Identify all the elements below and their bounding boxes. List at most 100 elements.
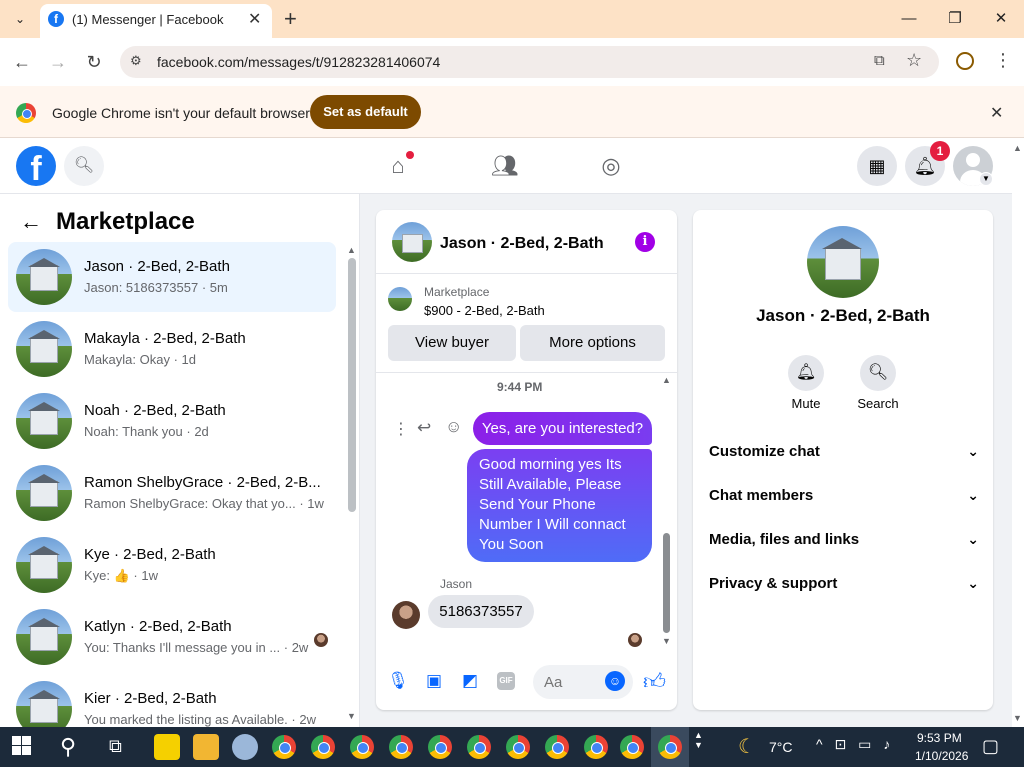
conversation-item[interactable]: Kye · 2-Bed, 2-Bath Kye: 👍 · 1w [8, 530, 336, 600]
conversation-preview: Makayla: Okay · 1d [84, 352, 196, 367]
paint-icon[interactable] [232, 734, 258, 760]
received-message-bubble[interactable]: 5186373557 [428, 595, 534, 628]
site-info-icon[interactable]: ⚙ [130, 53, 142, 69]
friends-icon[interactable]: 👥︎ [491, 152, 519, 180]
taskbar-overflow-icon[interactable]: ▲ ▼ [694, 730, 703, 750]
chrome-taskbar-icon[interactable] [350, 735, 374, 759]
weather-temperature[interactable]: 7°C [769, 739, 793, 755]
sticker-icon[interactable]: ◩ [459, 670, 481, 692]
windows-start-icon[interactable] [12, 736, 32, 756]
weather-moon-icon[interactable]: ☾ [738, 734, 756, 759]
chrome-menu-icon[interactable]: ⋮ [994, 50, 1012, 71]
conversation-preview: Jason: 5186373557 · 5m [84, 280, 228, 295]
listing-thumbnail [16, 609, 72, 665]
menu-grid-icon[interactable]: ▦ [857, 146, 897, 186]
chat-scroll-up-icon[interactable]: ▲ [662, 375, 671, 385]
chrome-taskbar-icon[interactable] [658, 735, 682, 759]
chrome-taskbar-icon[interactable] [467, 735, 491, 759]
conversation-item[interactable]: Noah · 2-Bed, 2-Bath Noah: Thank you · 2… [8, 386, 336, 456]
task-view-icon[interactable]: ⧉ [109, 736, 122, 757]
tab-close-icon[interactable]: ✕ [248, 9, 261, 29]
url-text[interactable]: facebook.com/messages/t/912823281406074 [157, 54, 440, 70]
mute-bell-icon[interactable]: 🔔︎ [788, 355, 824, 391]
chat-scroll-down-icon[interactable]: ▼ [662, 636, 671, 646]
conversation-item[interactable]: Jason · 2-Bed, 2-Bath Jason: 5186373557 … [8, 242, 336, 312]
sidebar-scrollbar[interactable] [348, 258, 356, 512]
conversation-item[interactable]: Ramon ShelbyGrace · 2-Bed, 2-B... Ramon … [8, 458, 336, 528]
gif-icon[interactable]: GIF [497, 672, 515, 690]
install-app-icon[interactable]: ⧉ [874, 52, 885, 69]
chrome-taskbar-icon[interactable] [506, 735, 530, 759]
sidebar-scroll-down-icon[interactable]: ▼ [347, 711, 356, 721]
account-chevron-icon[interactable]: ▼ [979, 172, 993, 186]
mute-label[interactable]: Mute [776, 396, 836, 411]
system-tray-icons[interactable]: ^ ⊡ ▭ ♪ [816, 736, 894, 753]
minimize-icon[interactable]: — [886, 6, 932, 32]
tab-search-chevron-icon[interactable]: ⌄ [8, 8, 32, 30]
emoji-icon[interactable]: ☺ [605, 671, 625, 691]
listing-price[interactable]: $900 - 2-Bed, 2-Bath [424, 303, 545, 318]
action-center-icon[interactable]: ▢ [982, 736, 999, 757]
chrome-taskbar-icon[interactable] [545, 735, 569, 759]
chrome-taskbar-icon[interactable] [620, 735, 644, 759]
more-options-button[interactable]: More options [520, 325, 665, 361]
section-media-files-links[interactable]: Media, files and links ⌄ [709, 531, 979, 561]
chrome-taskbar-icon[interactable] [272, 735, 296, 759]
sent-message-bubble[interactable]: Good morning yes Its Still Available, Pl… [467, 449, 652, 562]
chat-listing-thumbnail[interactable] [392, 222, 432, 262]
chrome-taskbar-icon[interactable] [311, 735, 335, 759]
file-explorer-icon[interactable] [193, 734, 219, 760]
taskbar-search-icon[interactable]: ⚲ [60, 734, 76, 760]
facebook-favicon-icon: f [48, 11, 64, 27]
thumbs-up-icon[interactable]: 👍︎ [643, 668, 666, 695]
chat-title[interactable]: Jason · 2-Bed, 2-Bath [440, 235, 604, 253]
new-tab-icon[interactable]: + [284, 6, 297, 32]
set-as-default-button[interactable]: Set as default [310, 95, 421, 129]
clock-time[interactable]: 9:53 PM [917, 731, 962, 745]
window-close-icon[interactable]: ✕ [978, 6, 1024, 32]
profile-icon[interactable] [956, 52, 974, 70]
message-more-icon[interactable]: ⋮ [393, 419, 409, 439]
view-buyer-button[interactable]: View buyer [388, 325, 516, 361]
conversation-name: Jason · 2-Bed, 2-Bath [84, 258, 230, 275]
conversation-item[interactable]: Kier · 2-Bed, 2-Bath You marked the list… [8, 674, 336, 727]
bookmark-star-icon[interactable]: ☆ [906, 50, 922, 71]
sidebar-scroll-up-icon[interactable]: ▲ [347, 245, 356, 255]
info-icon[interactable]: i [635, 232, 655, 252]
clock-date[interactable]: 1/10/2026 [915, 749, 968, 763]
message-timestamp: 9:44 PM [497, 380, 543, 394]
reload-icon[interactable]: ↻ [82, 50, 106, 74]
section-customize-chat[interactable]: Customize chat ⌄ [709, 443, 979, 473]
page-scroll-up-icon[interactable]: ▲ [1013, 143, 1022, 153]
back-arrow-icon[interactable]: ← [20, 209, 42, 235]
reply-icon[interactable]: ↩ [417, 418, 431, 438]
sticky-notes-icon[interactable] [154, 734, 180, 760]
react-smiley-icon[interactable]: ☺ [445, 417, 462, 437]
facebook-logo-icon[interactable]: f [16, 146, 56, 186]
listing-thumbnail-small [388, 287, 412, 311]
chrome-taskbar-icon[interactable] [389, 735, 413, 759]
listing-thumbnail [16, 249, 72, 305]
listing-thumbnail [16, 393, 72, 449]
search-icon[interactable]: 🔍︎ [860, 355, 896, 391]
section-chat-members[interactable]: Chat members ⌄ [709, 487, 979, 517]
infobar-close-icon[interactable]: ✕ [990, 103, 1003, 123]
sent-message-bubble[interactable]: Yes, are you interested? [473, 412, 652, 445]
attach-image-icon[interactable]: ▣ [423, 670, 445, 692]
microphone-icon[interactable]: 🎙︎ [387, 670, 409, 692]
forward-icon[interactable]: → [46, 50, 70, 74]
groups-icon[interactable]: ◎ [597, 152, 625, 180]
section-privacy-support[interactable]: Privacy & support ⌄ [709, 575, 979, 605]
chat-scrollbar[interactable] [663, 533, 670, 633]
divider [376, 273, 677, 274]
chrome-taskbar-icon[interactable] [428, 735, 452, 759]
restore-icon[interactable]: ❐ [932, 6, 978, 32]
page-scroll-down-icon[interactable]: ▼ [1013, 713, 1022, 723]
chrome-taskbar-icon[interactable] [584, 735, 608, 759]
search-label[interactable]: Search [848, 396, 908, 411]
facebook-search-icon[interactable]: 🔍︎ [64, 146, 104, 186]
conversation-item[interactable]: Katlyn · 2-Bed, 2-Bath You: Thanks I'll … [8, 602, 336, 672]
sender-avatar[interactable] [392, 601, 420, 629]
back-icon[interactable]: ← [10, 50, 34, 74]
conversation-item[interactable]: Makayla · 2-Bed, 2-Bath Makayla: Okay · … [8, 314, 336, 384]
